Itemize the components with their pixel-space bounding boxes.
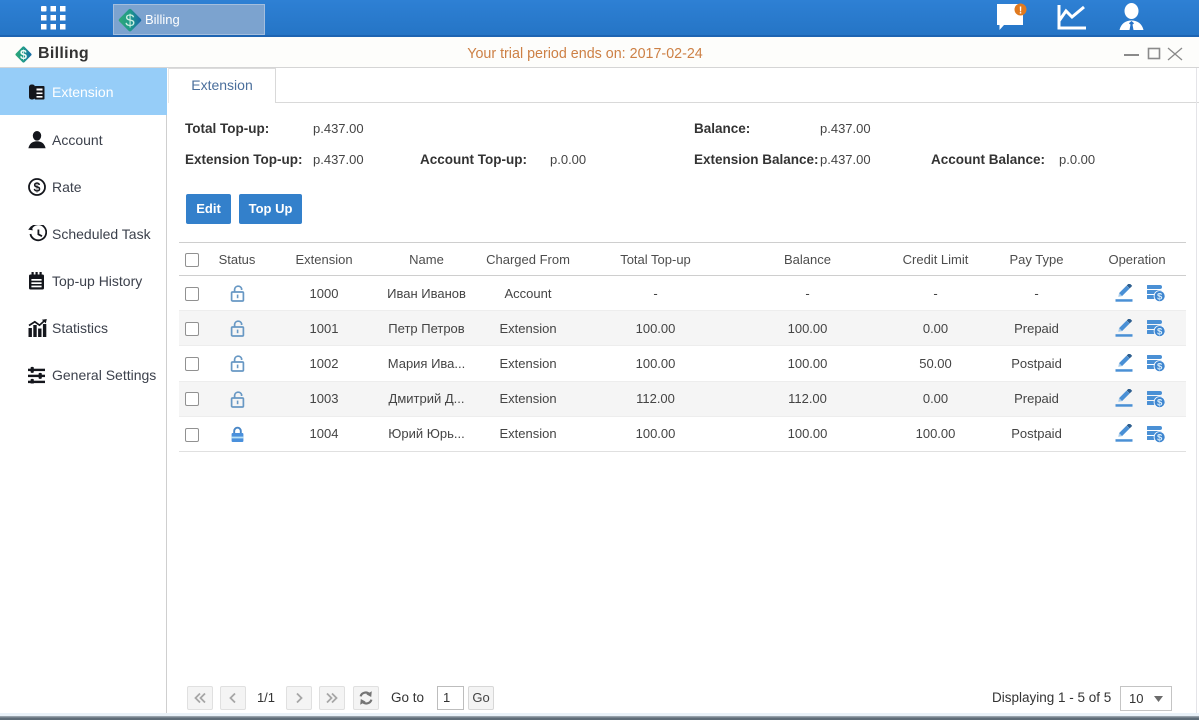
svg-text:$: $ xyxy=(1156,362,1162,373)
svg-text:$: $ xyxy=(34,180,41,194)
svg-text:$: $ xyxy=(1156,327,1162,338)
svg-text:$: $ xyxy=(1156,397,1162,408)
svg-text:$: $ xyxy=(1156,432,1162,443)
svg-text:$: $ xyxy=(1156,291,1162,302)
svg-text:!: ! xyxy=(1019,6,1022,17)
svg-text:$: $ xyxy=(125,11,135,30)
